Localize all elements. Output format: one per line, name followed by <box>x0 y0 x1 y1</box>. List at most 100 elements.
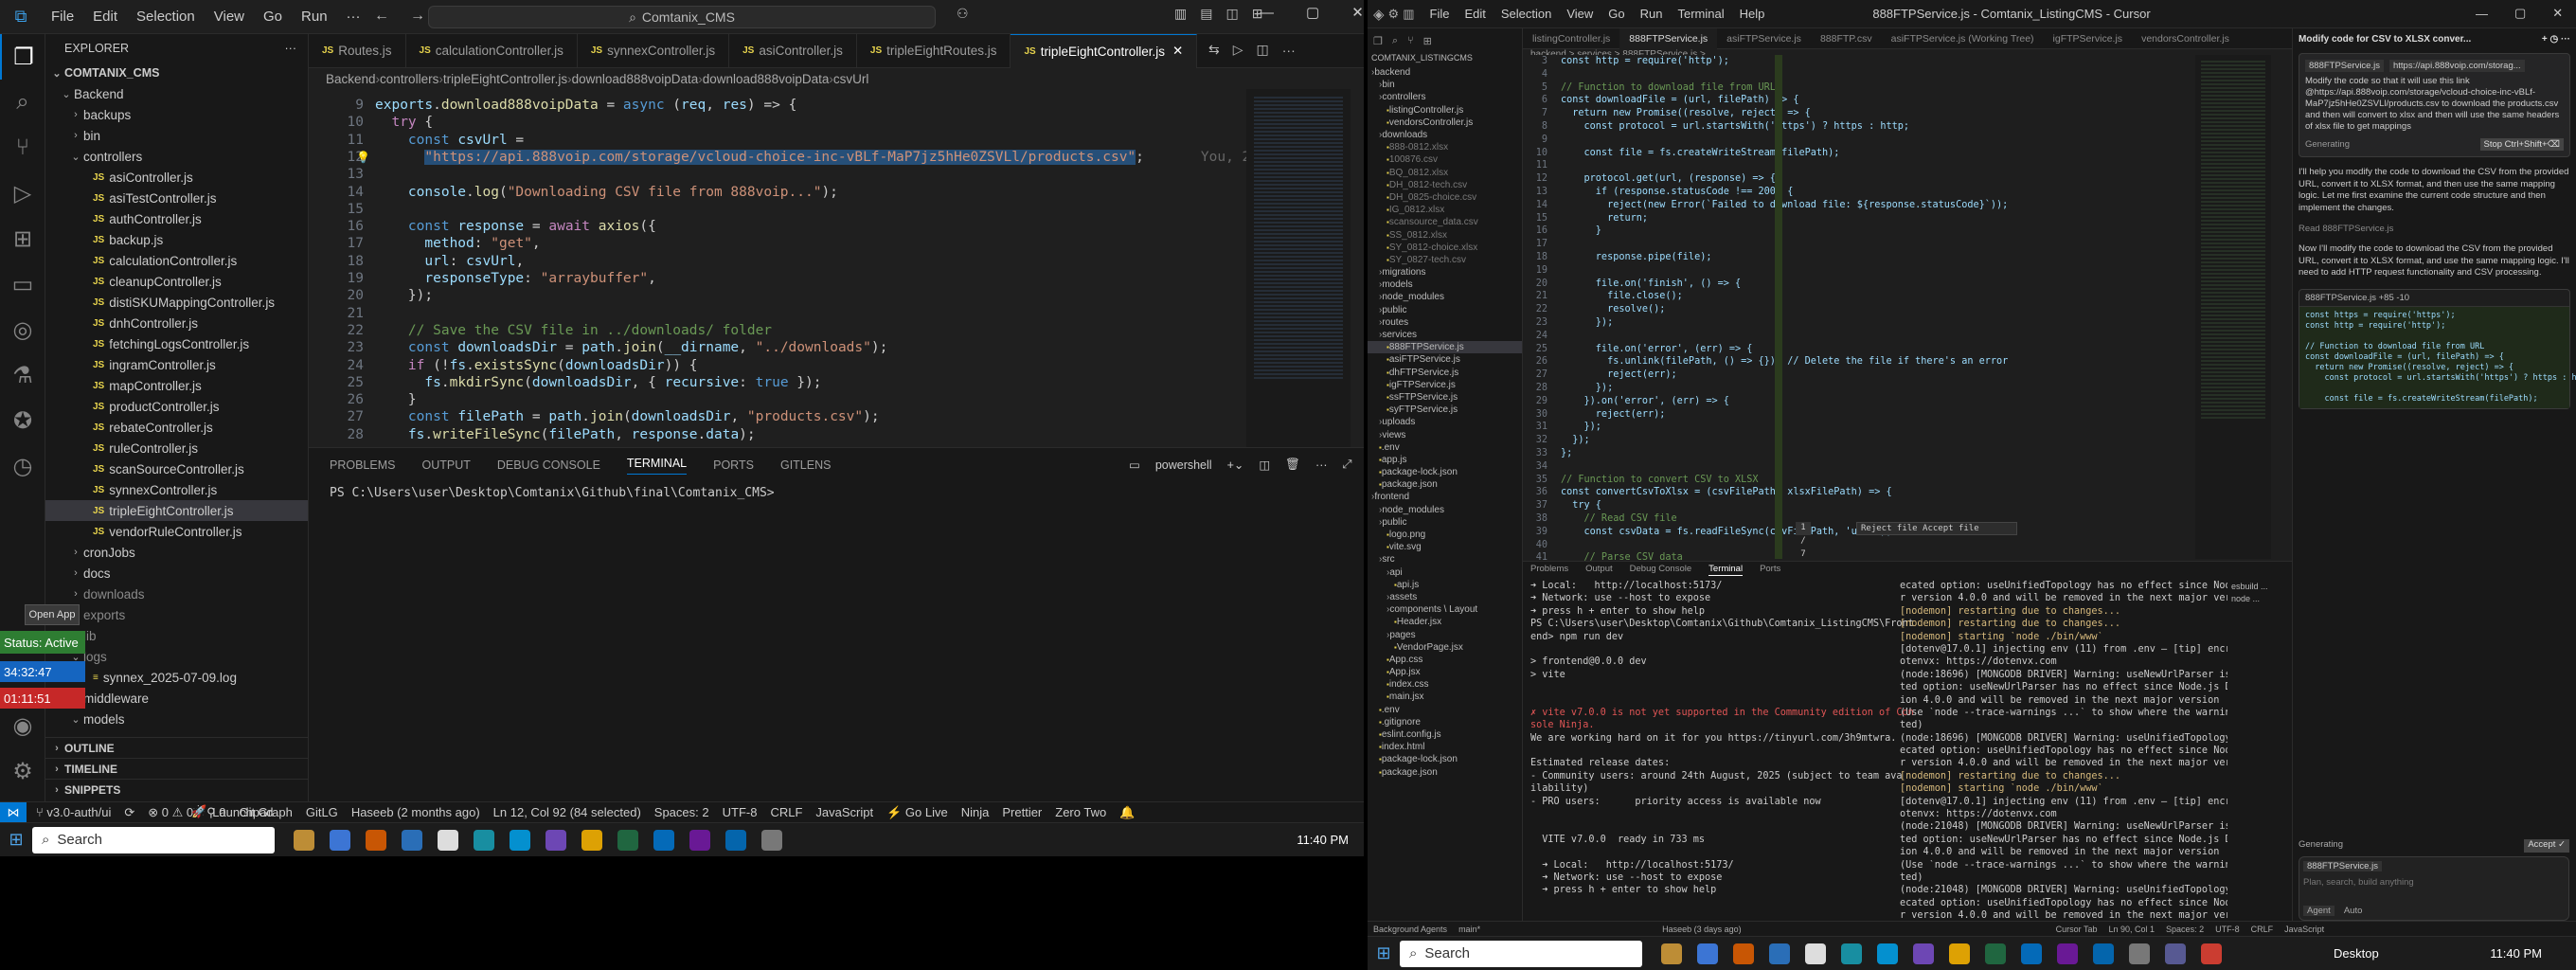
bell-icon[interactable]: 🔔 <box>1119 805 1135 820</box>
settings-icon[interactable]: ⚙ <box>1388 7 1400 22</box>
minimize-button[interactable]: — <box>2476 7 2488 21</box>
taskbar-app-icon[interactable] <box>1805 943 1826 964</box>
windows-start-icon[interactable]: ⊞ <box>0 830 32 850</box>
encoding[interactable]: UTF-8 <box>723 805 758 819</box>
tree-folder[interactable]: › services <box>1368 329 1522 341</box>
tree-file[interactable]: ▪ vite.svg <box>1368 541 1522 553</box>
tab-calculationcontroller-js[interactable]: JS calculationController.js <box>406 33 578 68</box>
testing-icon[interactable]: ⚗ <box>0 352 45 398</box>
taskbar-app-icon[interactable] <box>1877 943 1898 964</box>
tree-file[interactable]: ▪ 888FTPService.js <box>1368 341 1522 354</box>
compare-icon[interactable]: ⇆ <box>1208 42 1220 58</box>
cursor-tab[interactable]: 888FTP.csv <box>1811 28 1882 49</box>
terminal-shell-label[interactable]: powershell <box>1155 458 1212 472</box>
taskbar-app-icon[interactable] <box>474 829 494 851</box>
menu-item[interactable]: Go <box>1608 7 1624 21</box>
maximize-panel-icon[interactable]: ⤢ <box>1343 458 1352 472</box>
extensions-icon[interactable]: ⊞ <box>1423 35 1432 47</box>
menu-item[interactable]: ··· <box>337 9 370 25</box>
section-timeline[interactable]: › TIMELINE <box>45 758 309 779</box>
cursor-panel-tab[interactable]: Debug Console <box>1630 564 1692 575</box>
forward-arrow-icon[interactable]: → <box>410 8 425 25</box>
maximize-button[interactable]: ▢ <box>2514 6 2526 21</box>
tab-tripleeightcontroller-js[interactable]: JS tripleEightController.js ✕ <box>1011 33 1198 68</box>
maximize-button[interactable]: ▢ <box>1306 4 1319 21</box>
gitlg-button[interactable]: GitLG <box>306 805 338 819</box>
taskbar-app-icon[interactable] <box>1949 943 1970 964</box>
copilot-icon[interactable]: ⚇ <box>957 6 969 22</box>
taskbar-app-icon[interactable] <box>2021 943 2042 964</box>
breadcrumb-item[interactable]: csvUrl <box>833 72 869 86</box>
tree-folder[interactable]: ⌄ Backend <box>45 83 308 104</box>
panel-tab-debug-console[interactable]: DEBUG CONSOLE <box>497 458 600 472</box>
tree-file[interactable]: ▪ ssFTPService.js <box>1368 391 1522 404</box>
tree-file[interactable]: ▪ package-lock.json <box>1368 753 1522 765</box>
menu-item[interactable]: File <box>1430 7 1450 21</box>
panel-tab-output[interactable]: OUTPUT <box>421 458 470 472</box>
tree-file[interactable]: JS cleanupController.js <box>45 271 308 292</box>
tree-file[interactable]: ▪ .env <box>1368 704 1522 716</box>
launchpad-button[interactable]: 🚀 Launchpad <box>191 801 274 822</box>
tree-folder[interactable]: › uploads <box>1368 416 1522 428</box>
breadcrumb-item[interactable]: download888voipData <box>703 72 830 86</box>
read-file-step[interactable]: Read 888FTPService.js <box>2299 224 2570 234</box>
taskbar-app-icon[interactable] <box>2201 943 2222 964</box>
tree-file[interactable]: ▪ listingController.js <box>1368 104 1522 117</box>
layout-icon[interactable]: ▥ <box>1403 7 1414 22</box>
tree-file[interactable]: JS dnhController.js <box>45 313 308 333</box>
cursor-panel-tab[interactable]: Problems <box>1530 564 1568 575</box>
tree-folder[interactable]: › public <box>1368 516 1522 529</box>
toggle-panel-icon[interactable]: ▤ <box>1200 6 1212 22</box>
tree-file[interactable]: JS distiSKUMappingController.js <box>45 292 308 313</box>
cursor-panel-tab[interactable]: Ports <box>1760 564 1780 575</box>
tab-synnexcontroller-js[interactable]: JS synnexController.js <box>578 33 730 68</box>
ninja-button[interactable]: Ninja <box>961 805 990 819</box>
taskbar-app-icon[interactable] <box>1769 943 1790 964</box>
tree-file[interactable]: JS calculationController.js <box>45 250 308 271</box>
tree-file[interactable]: JS authController.js <box>45 208 308 229</box>
menu-item[interactable]: View <box>205 9 254 25</box>
tree-file[interactable]: JS vendorRuleController.js <box>45 521 308 542</box>
trash-icon[interactable]: 🗑 <box>1285 458 1300 472</box>
close-button[interactable]: ✕ <box>2552 6 2563 21</box>
go-live-button[interactable]: ⚡ Go Live <box>886 805 948 820</box>
cursor-code-editor[interactable]: 3 const http = require('http'); 4 5 // Funct… <box>1523 55 2292 563</box>
tree-file[interactable]: ▪ SY_0827-tech.csv <box>1368 254 1522 266</box>
taskbar-app-icon[interactable] <box>2165 943 2186 964</box>
extensions-icon[interactable]: ⊞ <box>0 216 45 261</box>
taskbar-app-icon[interactable] <box>402 829 422 851</box>
tree-file[interactable]: JS ruleController.js <box>45 438 308 458</box>
python-icon[interactable]: ✪ <box>0 398 45 443</box>
taskbar-app-icon[interactable] <box>1841 943 1862 964</box>
accept-all-button[interactable]: Accept ✓ <box>2524 839 2569 853</box>
taskbar-app-icon[interactable] <box>2129 943 2150 964</box>
close-tab-icon[interactable]: ✕ <box>1172 44 1183 59</box>
tree-folder[interactable]: ›exports <box>45 604 308 625</box>
taskbar-search-input[interactable]: ⌕ Search <box>32 826 275 853</box>
tree-folder[interactable]: › backend <box>1368 66 1522 79</box>
menu-item[interactable]: File <box>42 9 83 25</box>
gitlens-icon[interactable]: ◎ <box>0 307 45 352</box>
cursor-blame[interactable]: Haseeb (3 days ago) <box>1662 925 1742 934</box>
menu-item[interactable]: Terminal <box>1678 7 1725 21</box>
tree-file[interactable]: ▪ index.html <box>1368 741 1522 753</box>
tree-folder[interactable]: ⌄ controllers <box>45 146 308 167</box>
tree-file[interactable]: JS asiController.js <box>45 167 308 188</box>
panel-tab-terminal[interactable]: TERMINAL <box>626 457 688 475</box>
taskbar-app-icon[interactable] <box>761 829 782 851</box>
cursor-minimap[interactable] <box>2195 55 2271 559</box>
split-terminal-icon[interactable]: ◫ <box>1259 458 1270 472</box>
taskbar-app-icon[interactable] <box>617 829 638 851</box>
tree-file[interactable]: ▪ scansource_data.csv <box>1368 216 1522 228</box>
tree-file[interactable]: ▪ BQ_0812.xlsx <box>1368 167 1522 179</box>
cursor-tab[interactable]: asiFTPService.js (Working Tree) <box>1882 28 2044 49</box>
menu-item[interactable]: Selection <box>1501 7 1551 21</box>
tree-file[interactable]: ▪ .env <box>1368 441 1522 454</box>
tree-file[interactable]: ▪ eslint.config.js <box>1368 728 1522 741</box>
tree-folder[interactable]: › views <box>1368 428 1522 440</box>
tree-folder[interactable]: ⌄ models <box>45 709 308 729</box>
taskbar-app-icon[interactable] <box>510 829 530 851</box>
indent-setting[interactable]: Spaces: 2 <box>654 805 709 819</box>
model-select[interactable]: Auto <box>2344 906 2363 916</box>
cursor-position[interactable]: Ln 90, Col 1 <box>2109 925 2156 934</box>
